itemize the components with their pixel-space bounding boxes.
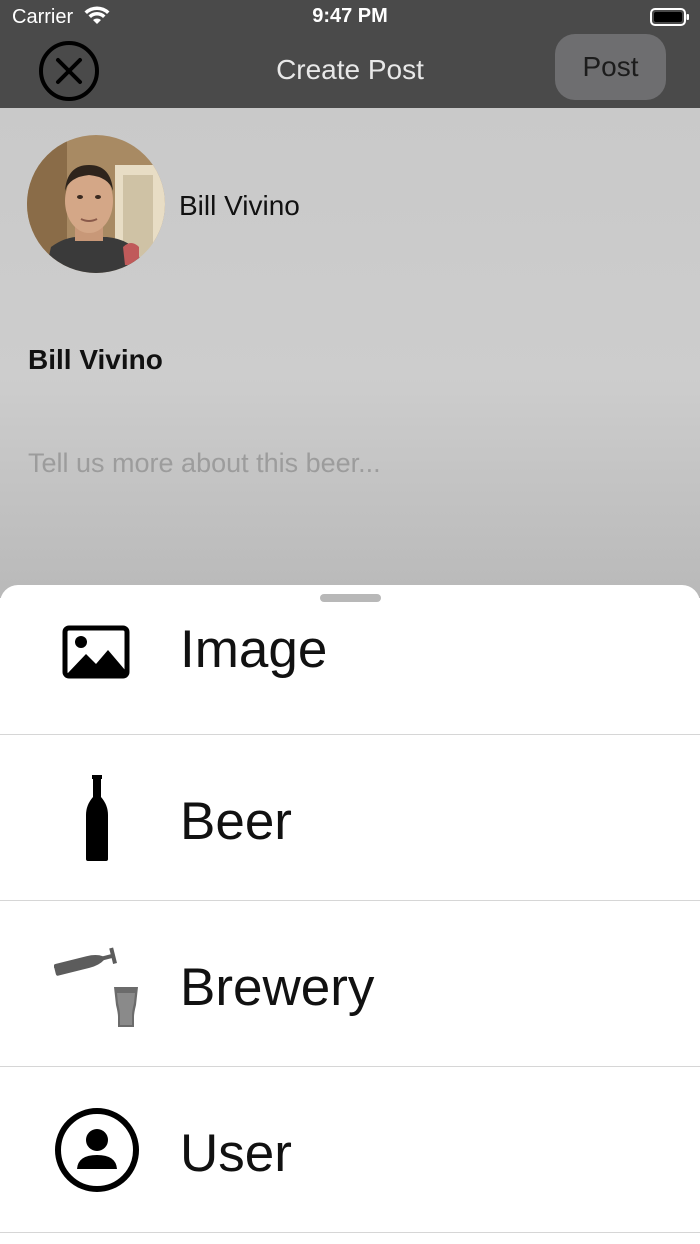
sheet-item-beer[interactable]: Beer (0, 735, 700, 901)
sheet-item-brewery[interactable]: Brewery (0, 901, 700, 1067)
brewery-icon (54, 947, 138, 1027)
avatar[interactable] (27, 135, 165, 273)
beer-bottle-icon (86, 775, 108, 861)
sheet-item-image[interactable]: Image (0, 569, 700, 735)
status-time: 9:47 PM (312, 5, 388, 27)
battery-icon (650, 8, 689, 26)
post-button[interactable]: Post (555, 34, 666, 100)
status-bar: Carrier 9:47 PM (0, 0, 700, 34)
sheet-item-user[interactable]: User (0, 1067, 700, 1233)
nav-bar: Create Post Post (0, 34, 700, 108)
attachment-sheet: Image Beer Brewery User (0, 585, 700, 1244)
composer: Bill Vivino Bill Vivino Tell us more abo… (0, 108, 700, 598)
sheet-item-label: Brewery (180, 958, 375, 1017)
image-icon (62, 625, 130, 679)
avatar-name[interactable]: Bill Vivino (179, 190, 300, 222)
user-circle-icon (55, 1108, 139, 1192)
post-text-input[interactable]: Tell us more about this beer... (28, 448, 381, 479)
sheet-item-label: User (180, 1124, 292, 1183)
sheet-item-label: Beer (180, 792, 292, 851)
author-name: Bill Vivino (28, 344, 163, 375)
sheet-item-label: Image (180, 620, 328, 679)
avatar-photo (27, 135, 165, 273)
